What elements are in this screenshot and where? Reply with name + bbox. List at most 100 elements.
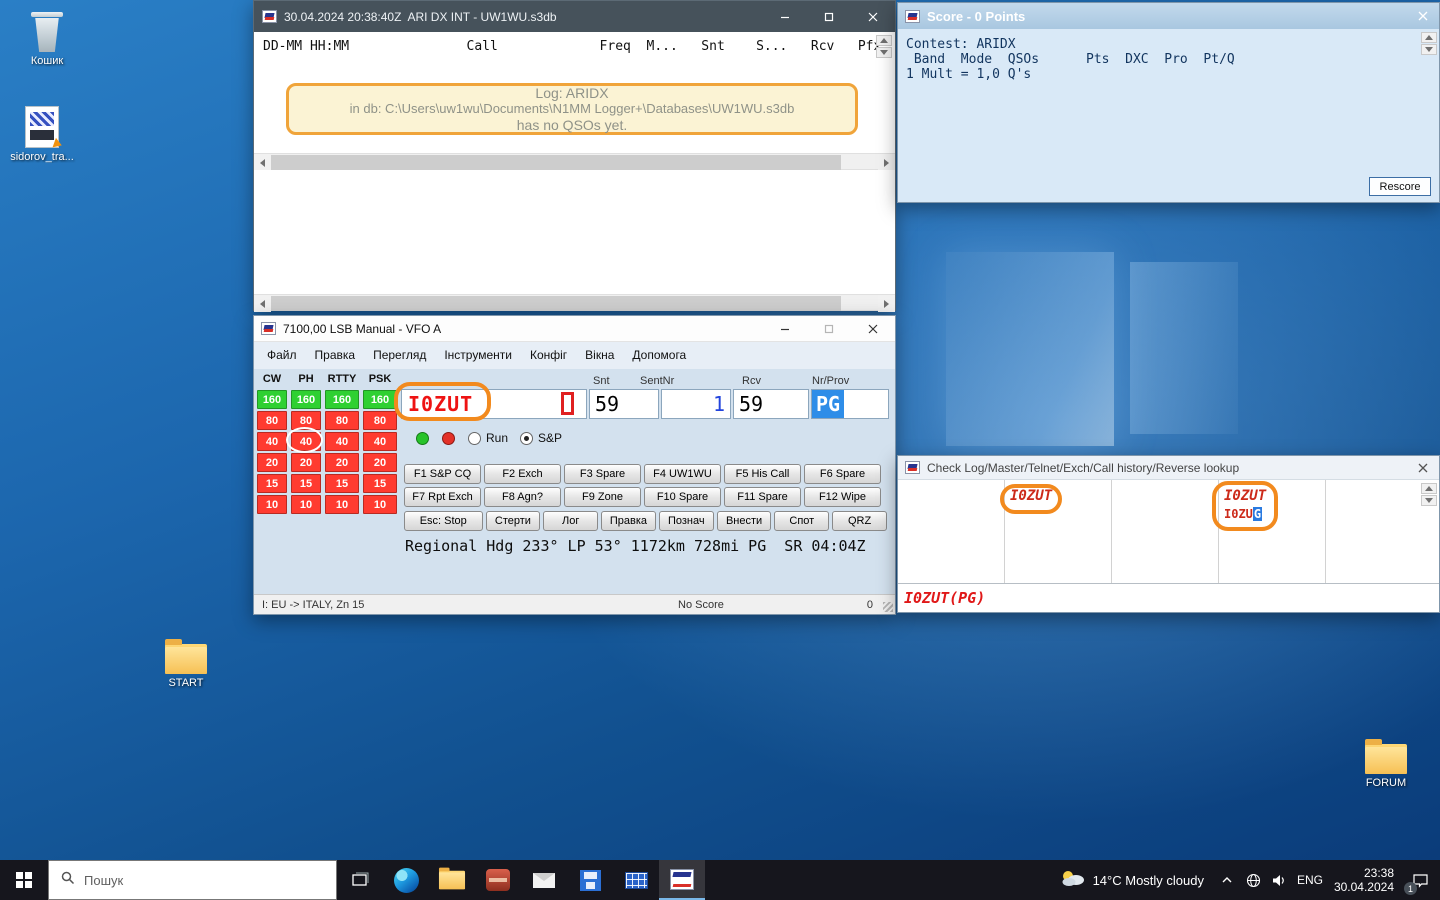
edit-button[interactable]: Правка — [601, 511, 656, 531]
edge-browser-button[interactable] — [383, 860, 429, 900]
check-window-titlebar[interactable]: Check Log/Master/Telnet/Exch/Call histor… — [898, 456, 1439, 480]
scroll-right-icon[interactable] — [878, 295, 895, 312]
scroll-down-icon[interactable] — [1421, 44, 1437, 55]
maximize-button[interactable] — [807, 1, 851, 32]
band-button-cw-40[interactable]: 40 — [257, 432, 287, 451]
f8-button[interactable]: F8 Agn? — [484, 487, 561, 507]
band-button-psk-160[interactable]: 160 — [363, 390, 397, 409]
band-button-cw-15[interactable]: 15 — [257, 474, 287, 493]
sp-radio[interactable] — [520, 432, 533, 445]
menu-tools[interactable]: Інструменти — [435, 342, 521, 369]
scroll-up-icon[interactable] — [1421, 483, 1437, 494]
scrollbar-thumb[interactable] — [271, 296, 841, 311]
band-button-psk-40[interactable]: 40 — [363, 432, 397, 451]
taskbar-clock[interactable]: 23:38 30.04.2024 — [1328, 860, 1400, 900]
app-button-grid[interactable] — [613, 860, 659, 900]
mail-button[interactable] — [521, 860, 567, 900]
score-window-titlebar[interactable]: Score - 0 Points — [898, 3, 1439, 29]
band-button-ph-160[interactable]: 160 — [291, 390, 321, 409]
score-scrollbar[interactable] — [1421, 32, 1437, 55]
n1mm-taskbar-button[interactable] — [659, 860, 705, 900]
f6-button[interactable]: F6 Spare — [804, 464, 881, 484]
menu-file[interactable]: Файл — [258, 342, 306, 369]
horizontal-scrollbar[interactable] — [254, 294, 895, 311]
nrprov-input[interactable]: PG — [811, 389, 889, 419]
check-scrollbar[interactable] — [1421, 483, 1437, 506]
band-button-ph-15[interactable]: 15 — [291, 474, 321, 493]
language-indicator[interactable]: ENG — [1292, 860, 1328, 900]
close-button[interactable] — [1413, 459, 1433, 477]
start-button[interactable] — [0, 860, 48, 900]
maximize-button[interactable] — [807, 316, 851, 342]
menu-windows[interactable]: Вікна — [576, 342, 623, 369]
band-button-rtty-160[interactable]: 160 — [325, 390, 359, 409]
tray-overflow-button[interactable] — [1214, 860, 1240, 900]
desktop-icon-forum-folder[interactable]: FORUM — [1351, 730, 1421, 789]
band-button-psk-80[interactable]: 80 — [363, 411, 397, 430]
wipe-button[interactable]: Стерти — [486, 511, 541, 531]
action-center-button[interactable]: 1 — [1400, 860, 1440, 900]
f7-button[interactable]: F7 Rpt Exch — [404, 487, 481, 507]
f11-button[interactable]: F11 Spare — [724, 487, 801, 507]
menu-help[interactable]: Допомога — [623, 342, 695, 369]
menu-edit[interactable]: Правка — [306, 342, 365, 369]
task-view-button[interactable] — [337, 860, 383, 900]
f10-button[interactable]: F10 Spare — [644, 487, 721, 507]
close-button[interactable] — [851, 1, 895, 32]
sentnr-input[interactable]: 1 — [661, 389, 731, 419]
f1-button[interactable]: F1 S&P CQ — [404, 464, 481, 484]
rcv-input[interactable]: 59 — [733, 389, 809, 419]
scroll-down-icon[interactable] — [876, 47, 892, 58]
band-button-ph-20[interactable]: 20 — [291, 453, 321, 472]
desktop-icon-sidorov-file[interactable]: sidorov_tra... — [7, 104, 77, 163]
app-button-box[interactable] — [475, 860, 521, 900]
f3-button[interactable]: F3 Spare — [564, 464, 641, 484]
weather-widget[interactable]: 14°C Mostly cloudy — [1050, 860, 1214, 900]
snt-input[interactable]: 59 — [589, 389, 659, 419]
resize-grip[interactable] — [883, 602, 893, 612]
mark-button[interactable]: Познач — [659, 511, 714, 531]
run-radio[interactable] — [468, 432, 481, 445]
band-button-psk-10[interactable]: 10 — [363, 495, 397, 514]
scroll-up-icon[interactable] — [876, 35, 892, 46]
f2-button[interactable]: F2 Exch — [484, 464, 561, 484]
band-button-rtty-80[interactable]: 80 — [325, 411, 359, 430]
menu-config[interactable]: Конфіг — [521, 342, 576, 369]
taskbar-search-box[interactable]: Пошук — [48, 860, 337, 900]
close-button[interactable] — [851, 316, 895, 342]
minimize-button[interactable] — [763, 1, 807, 32]
scroll-down-icon[interactable] — [1421, 495, 1437, 506]
log-button[interactable]: Лог — [543, 511, 598, 531]
f4-button[interactable]: F4 UW1WU — [644, 464, 721, 484]
esc-stop-button[interactable]: Esc: Stop — [404, 511, 483, 531]
desktop-icon-recycle-bin[interactable]: Кошик — [12, 8, 82, 67]
file-explorer-button[interactable] — [429, 860, 475, 900]
rescore-button[interactable]: Rescore — [1369, 177, 1431, 196]
band-button-rtty-15[interactable]: 15 — [325, 474, 359, 493]
app-button-save[interactable] — [567, 860, 613, 900]
band-button-cw-160[interactable]: 160 — [257, 390, 287, 409]
band-button-psk-20[interactable]: 20 — [363, 453, 397, 472]
spot-button[interactable]: Спот — [774, 511, 829, 531]
close-button[interactable] — [1413, 7, 1433, 25]
horizontal-scrollbar[interactable] — [254, 153, 895, 170]
band-button-psk-15[interactable]: 15 — [363, 474, 397, 493]
log-vertical-scrollbar[interactable] — [876, 35, 892, 58]
band-button-rtty-40[interactable]: 40 — [325, 432, 359, 451]
network-icon[interactable] — [1240, 860, 1266, 900]
f9-button[interactable]: F9 Zone — [564, 487, 641, 507]
band-button-cw-20[interactable]: 20 — [257, 453, 287, 472]
f12-button[interactable]: F12 Wipe — [804, 487, 881, 507]
scroll-left-icon[interactable] — [254, 154, 271, 171]
minimize-button[interactable] — [763, 316, 807, 342]
band-button-cw-80[interactable]: 80 — [257, 411, 287, 430]
qrz-button[interactable]: QRZ — [832, 511, 887, 531]
speaker-icon[interactable] — [1266, 860, 1292, 900]
desktop-icon-start-folder[interactable]: START — [151, 630, 221, 689]
scroll-right-icon[interactable] — [878, 154, 895, 171]
band-button-rtty-20[interactable]: 20 — [325, 453, 359, 472]
band-button-rtty-10[interactable]: 10 — [325, 495, 359, 514]
band-button-cw-10[interactable]: 10 — [257, 495, 287, 514]
f5-button[interactable]: F5 His Call — [724, 464, 801, 484]
scroll-left-icon[interactable] — [254, 295, 271, 312]
